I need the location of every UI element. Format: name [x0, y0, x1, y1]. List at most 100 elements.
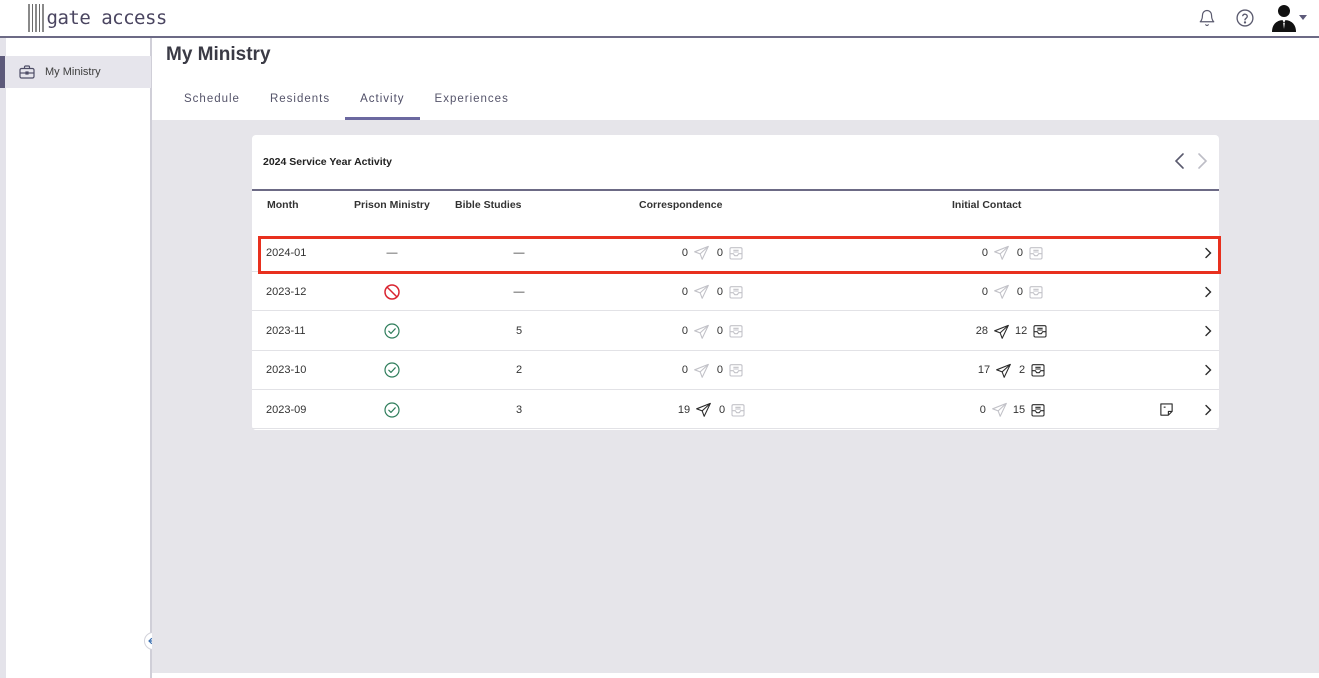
sidebar-item-label: My Ministry	[45, 66, 101, 78]
corr-received-count: 0	[716, 285, 723, 298]
init-received-count: 15	[1012, 403, 1026, 416]
sidebar: My Ministry	[0, 38, 152, 678]
app-logo[interactable]: gate access	[28, 3, 167, 33]
sent-icon	[694, 245, 709, 260]
correspondence-cell: 19 0	[632, 390, 792, 429]
table-row[interactable]: 2023-11 5 0 0 28 12	[252, 312, 1219, 351]
correspondence-cell: 0 0	[632, 233, 792, 272]
note-icon[interactable]	[1158, 390, 1174, 429]
column-header-month: Month	[267, 199, 299, 211]
check-circle-icon	[384, 362, 400, 378]
correspondence-cell: 0 0	[632, 272, 792, 311]
sent-icon	[994, 324, 1009, 339]
tab-activity[interactable]: Activity	[345, 86, 420, 120]
next-year-chevron-icon[interactable]	[1195, 152, 1209, 170]
corr-received-count: 0	[716, 246, 723, 259]
tab-schedule[interactable]: Schedule	[169, 86, 255, 120]
received-icon	[1029, 246, 1043, 260]
help-icon[interactable]	[1233, 4, 1257, 32]
content-area: 2024 Service Year Activity Month Prison …	[152, 120, 1319, 673]
init-received-count: 2	[1019, 364, 1026, 377]
initial-contact-cell: 0 0	[932, 233, 1092, 272]
correspondence-cell: 0 0	[632, 312, 792, 351]
table-row[interactable]: 2023-09 3 19 0 0 15	[252, 390, 1219, 430]
correspondence-cell: 0 0	[632, 351, 792, 390]
initial-contact-cell: 0 15	[932, 390, 1092, 429]
row-chevron-right-icon[interactable]	[1202, 390, 1214, 429]
card-title: 2024 Service Year Activity	[263, 156, 393, 168]
card-divider	[252, 189, 1219, 191]
logo-text: gate access	[46, 7, 168, 29]
sent-icon	[992, 403, 1007, 418]
prohibited-icon	[384, 284, 400, 300]
page-header: My Ministry Schedule Residents Activity …	[152, 38, 1319, 120]
bell-icon[interactable]	[1195, 4, 1219, 32]
sent-icon	[694, 324, 709, 339]
briefcase-icon	[19, 65, 35, 79]
init-sent-count: 0	[981, 246, 988, 259]
init-sent-count: 0	[979, 403, 986, 416]
sent-icon	[996, 363, 1011, 378]
tab-experiences[interactable]: Experiences	[420, 86, 524, 120]
received-icon	[1029, 285, 1043, 299]
corr-sent-count: 0	[681, 364, 688, 377]
corr-received-count: 0	[719, 403, 726, 416]
corr-received-count: 0	[716, 325, 723, 338]
received-icon	[1031, 364, 1045, 377]
page-title: My Ministry	[166, 44, 271, 65]
sent-icon	[694, 363, 709, 378]
table-row[interactable]: 2023-10 2 0 0 17 2	[252, 351, 1219, 390]
column-header-prison-ministry: Prison Ministry	[354, 199, 430, 211]
received-icon	[1031, 403, 1045, 417]
month-cell: 2023-11	[266, 325, 306, 338]
month-cell: 2023-12	[266, 285, 307, 298]
init-sent-count: 28	[975, 325, 988, 338]
table-row[interactable]: 2024-01 — — 0 0 0 0	[252, 233, 1221, 274]
corr-sent-count: 0	[681, 325, 688, 338]
row-chevron-right-icon[interactable]	[1202, 351, 1214, 390]
prison-ministry-cell	[382, 351, 402, 390]
tab-residents[interactable]: Residents	[255, 86, 345, 120]
sent-icon	[994, 245, 1009, 260]
prev-year-chevron-icon[interactable]	[1173, 152, 1187, 170]
initial-contact-cell: 28 12	[932, 312, 1092, 351]
table-row[interactable]: 2023-12 — 0 0 0 0	[252, 272, 1219, 312]
bible-studies-cell: —	[513, 285, 525, 298]
init-sent-count: 0	[981, 285, 988, 298]
month-cell: 2023-09	[266, 403, 307, 416]
sent-icon	[994, 285, 1009, 300]
month-cell: 2023-10	[266, 364, 307, 377]
received-icon	[1033, 325, 1047, 338]
corr-received-count: 0	[716, 364, 723, 377]
column-header-bible-studies: Bible Studies	[455, 199, 522, 211]
check-circle-icon	[384, 402, 400, 418]
avatar	[1272, 5, 1296, 32]
sent-icon	[696, 403, 711, 418]
row-chevron-right-icon[interactable]	[1202, 272, 1214, 311]
check-circle-icon	[384, 323, 400, 339]
logo-bars-icon	[28, 4, 44, 32]
initial-contact-cell: 0 0	[932, 272, 1092, 311]
column-header-correspondence: Correspondence	[639, 199, 723, 211]
corr-sent-count: 0	[681, 246, 688, 259]
activity-card: 2024 Service Year Activity Month Prison …	[252, 135, 1221, 430]
received-icon	[729, 246, 743, 260]
sent-icon	[694, 285, 709, 300]
prison-ministry-cell	[382, 272, 402, 311]
user-menu[interactable]	[1271, 4, 1307, 32]
top-bar: gate access	[0, 0, 1319, 38]
row-chevron-right-icon[interactable]	[1202, 233, 1214, 272]
received-icon	[729, 364, 743, 377]
tab-bar: Schedule Residents Activity Experiences	[169, 86, 524, 120]
init-received-count: 12	[1015, 325, 1028, 338]
bible-studies-cell: —	[513, 246, 525, 259]
sidebar-item-my-ministry[interactable]: My Ministry	[0, 56, 151, 88]
corr-sent-count: 0	[681, 285, 688, 298]
prison-ministry-cell	[382, 312, 402, 351]
prison-ministry-cell: —	[382, 233, 402, 272]
init-received-count: 0	[1016, 285, 1023, 298]
corr-sent-count: 19	[677, 403, 691, 416]
received-icon	[731, 403, 745, 417]
row-chevron-right-icon[interactable]	[1202, 312, 1214, 351]
bible-studies-cell: 3	[515, 403, 523, 416]
